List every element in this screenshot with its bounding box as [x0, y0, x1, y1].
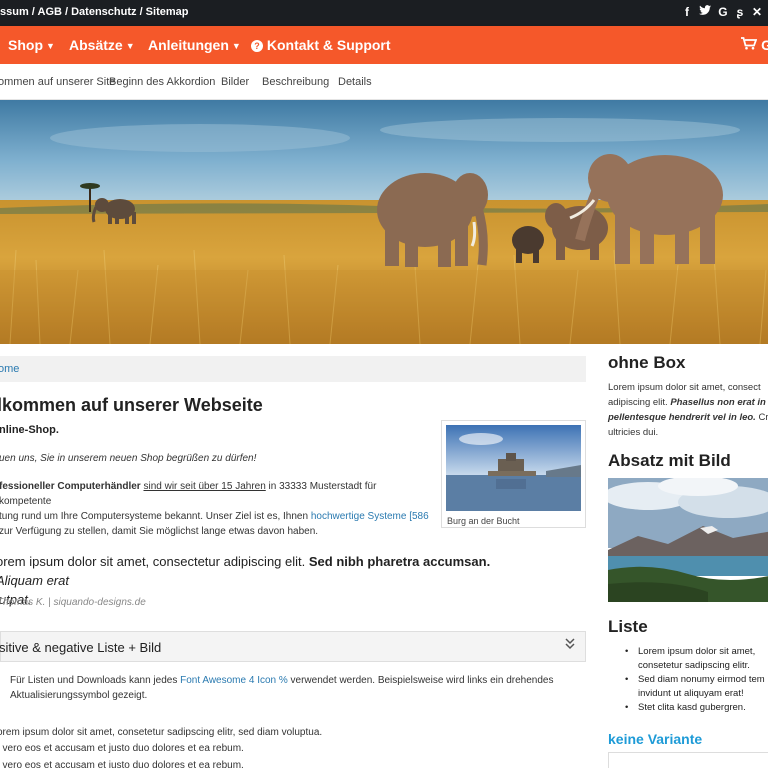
accordion-header[interactable]: sitive & negative Liste + Bild — [0, 631, 586, 662]
quote-author: Thomas K. | siquando-designs.de — [0, 597, 146, 608]
lorem-paragraph: orem ipsum dolor sit amet, consetetur sa… — [0, 727, 323, 754]
hero-image — [0, 100, 768, 344]
lorem-paragraph-2: t vero eos et accusam et justo duo dolor… — [0, 760, 244, 768]
sidebar-paragraph: Lorem ipsum dolor sit amet, consect adip… — [608, 382, 768, 438]
social-icons: f G ʂ ✕ — [682, 5, 762, 19]
chevron-down-icon: ▼ — [231, 41, 241, 51]
castle-image — [446, 425, 581, 511]
xing-icon[interactable]: ✕ — [752, 5, 762, 19]
cart-icon — [741, 37, 761, 53]
question-circle-icon: ? — [251, 40, 263, 52]
page-title: lkommen auf unserer Webseite — [0, 395, 263, 415]
subnav-item-beschreibung[interactable]: Beschreibung — [262, 76, 329, 88]
twitter-icon[interactable] — [698, 5, 711, 19]
sidebar-list: Lorem ipsum dolor sit amet, consetetur s… — [625, 645, 768, 715]
sub-navigation: ommen auf unserer Site Beginn des Akkord… — [0, 64, 768, 100]
nav-item-anleitungen[interactable]: Anleitungen ▼ — [148, 37, 241, 53]
subnav-item-willkommen[interactable]: ommen auf unserer Site — [0, 76, 115, 88]
welcome-line: uen uns, Sie in unserem neuen Shop begrü… — [0, 453, 257, 464]
chevron-down-icon: ▼ — [125, 41, 135, 51]
subnav-item-details[interactable]: Details — [338, 76, 372, 88]
sidebar-heading-ohne-box: ohne Box — [608, 353, 686, 372]
double-chevron-down-icon — [565, 638, 575, 653]
link-icon: % — [276, 675, 288, 686]
sidebar-heading-absatz-mit-bild: Absatz mit Bild — [608, 451, 731, 470]
font-awesome-link[interactable]: Font Awesome 4 Icon — [180, 675, 276, 686]
accordion-label: sitive & negative Liste + Bild — [0, 640, 162, 655]
nav-item-shop[interactable]: Shop ▼ — [8, 37, 55, 53]
figure-caption: Burg an der Bucht — [447, 516, 520, 526]
list-item: Sed diam nonumy eirmod tem invidunt ut a… — [625, 673, 768, 701]
sidebar-box — [608, 752, 768, 768]
sidebar-heading-liste: Liste — [608, 617, 648, 636]
sidebar-heading-keine-variante: keine Variante — [608, 731, 703, 747]
nav-item-absaetze[interactable]: Absätze ▼ — [69, 37, 135, 53]
top-bar: ssum / AGB / Datenschutz / Sitemap f G ʂ… — [0, 0, 768, 26]
facebook-icon[interactable]: f — [682, 5, 692, 19]
cart-button[interactable]: G — [741, 37, 768, 53]
list-item: Stet clita kasd gubergren. — [625, 701, 768, 715]
subnav-item-bilder[interactable]: Bilder — [221, 76, 249, 88]
intro-line: nline-Shop. — [0, 424, 59, 436]
systems-link[interactable]: hochwertige Systeme [586 — [311, 511, 429, 522]
google-icon[interactable]: G — [718, 5, 728, 19]
breadcrumb[interactable]: ome — [0, 356, 586, 382]
chevron-down-icon: ▼ — [46, 41, 55, 51]
castle-figure: Burg an der Bucht — [441, 420, 586, 528]
intro-paragraph: fessioneller Computerhändler sind wir se… — [0, 481, 429, 537]
main-navigation: Shop ▼ Absätze ▼ Anleitungen ▼ ? Kontakt & … — [0, 26, 768, 64]
sidebar-lake-image — [608, 478, 768, 602]
top-links[interactable]: ssum / AGB / Datenschutz / Sitemap — [0, 6, 188, 18]
stumbleupon-icon[interactable]: ʂ — [735, 5, 745, 19]
nav-item-kontakt[interactable]: ? Kontakt & Support — [251, 37, 391, 53]
subnav-item-akkordion[interactable]: Beginn des Akkordion — [109, 76, 215, 88]
info-text: Für Listen und Downloads kann jedes Font… — [10, 675, 554, 701]
list-item: Lorem ipsum dolor sit amet, consetetur s… — [625, 645, 768, 673]
